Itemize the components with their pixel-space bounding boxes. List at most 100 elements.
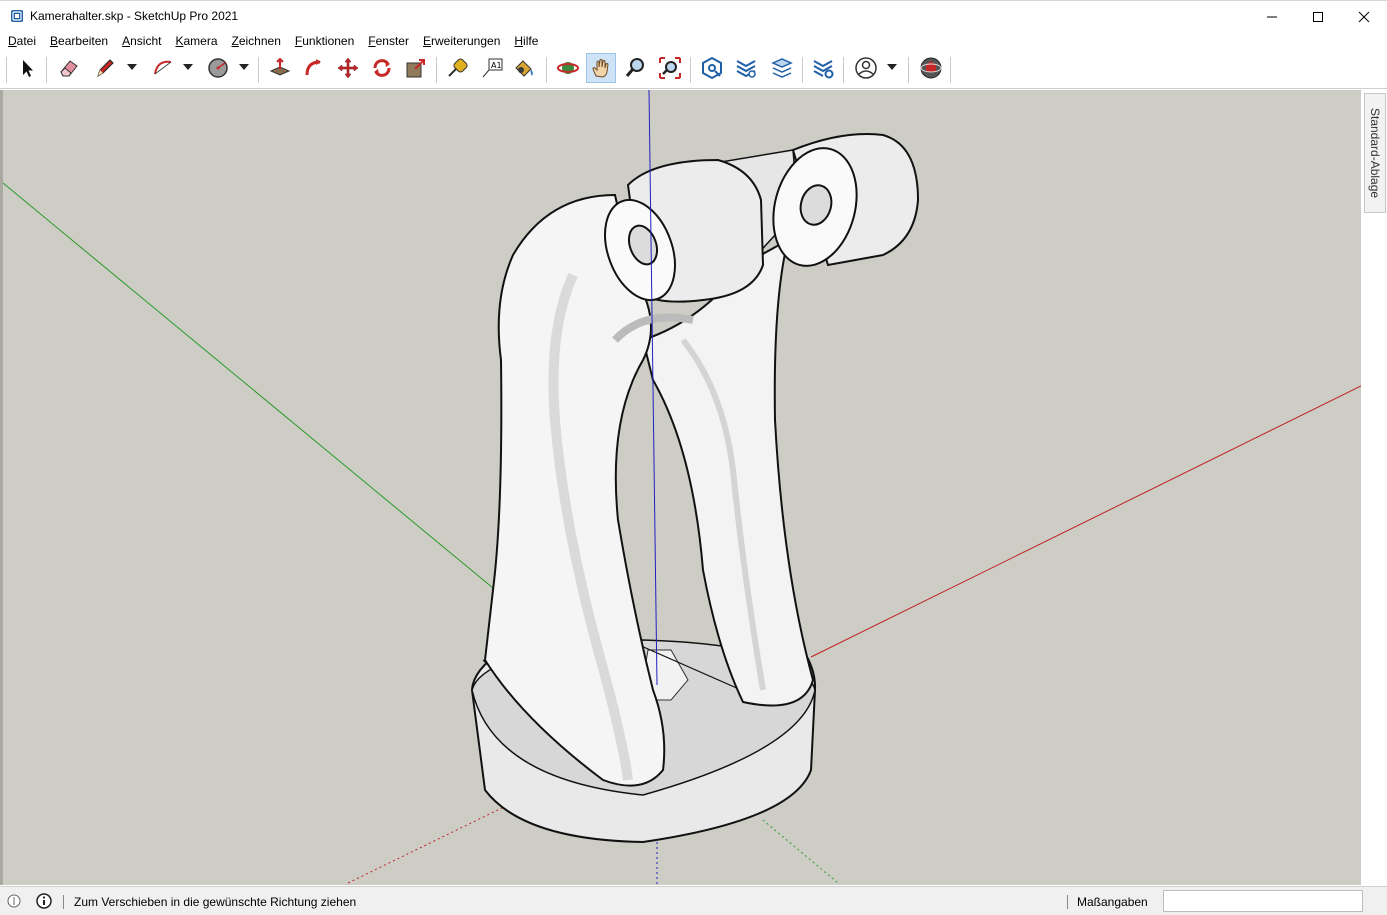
layout-send-button[interactable]: [767, 53, 797, 83]
orbit-icon: [557, 62, 579, 74]
close-button[interactable]: [1341, 1, 1387, 32]
account-dropdown[interactable]: [887, 64, 897, 70]
account-button[interactable]: [851, 53, 881, 83]
warehouse-icon: [702, 56, 722, 80]
zoom-extents-icon: [659, 57, 681, 79]
move-icon: [337, 57, 359, 79]
arc-icon: [154, 60, 172, 75]
eraser-tool-button[interactable]: [54, 53, 84, 83]
scale-tool-button[interactable]: [401, 53, 431, 83]
minimize-button[interactable]: [1249, 1, 1295, 32]
toolbar-separator: [843, 57, 844, 83]
toolbar-separator: [258, 57, 259, 83]
zoom-tool-button[interactable]: [620, 53, 650, 83]
extension-warehouse-icon: [736, 60, 756, 78]
select-tool-button[interactable]: [12, 53, 42, 83]
toolbar-separator: [436, 57, 437, 83]
menu-funktionen[interactable]: Funktionen: [295, 34, 354, 48]
right-arm: [641, 238, 815, 707]
measurements-input[interactable]: [1163, 890, 1363, 912]
tray-tab-standard[interactable]: Standard-Ablage: [1364, 93, 1386, 213]
rotate-tool-button[interactable]: [367, 53, 397, 83]
rotate-icon: [373, 59, 391, 77]
tray-tab-label: Standard-Ablage: [1368, 107, 1382, 199]
paint-bucket-icon: [515, 60, 533, 77]
follow-me-tool-button[interactable]: [299, 53, 329, 83]
eraser-icon: [60, 60, 78, 77]
geo-status-icon[interactable]: [6, 893, 22, 909]
menu-erweiterungen[interactable]: Erweiterungen: [423, 34, 500, 48]
zoom-extents-tool-button[interactable]: [655, 53, 685, 83]
measurements-label: Maßangaben: [1077, 895, 1148, 909]
status-bar: Zum Verschieben in die gewünschte Richtu…: [0, 886, 1387, 915]
toolbar-end: [950, 57, 951, 83]
tape-measure-icon: [448, 58, 468, 77]
layers-icon: [771, 58, 793, 78]
pan-icon: [592, 59, 609, 78]
extension-warehouse-button[interactable]: [731, 53, 761, 83]
circle-dropdown[interactable]: [239, 64, 249, 70]
pencil-icon: [97, 59, 114, 78]
zoom-icon: [625, 58, 644, 77]
extension-manager-button[interactable]: [808, 53, 838, 83]
text-icon: A1: [482, 58, 503, 78]
extension-manager-icon: [813, 60, 834, 79]
text-tool-button[interactable]: A1: [477, 53, 507, 83]
circle-icon: [208, 58, 228, 78]
window-title: Kamerahalter.skp - SketchUp Pro 2021: [30, 9, 239, 23]
toolbar-separator: [690, 57, 691, 83]
green-axis: [3, 182, 494, 589]
title-bar: Kamerahalter.skp - SketchUp Pro 2021: [0, 0, 1387, 31]
circle-tool-button[interactable]: [203, 53, 233, 83]
menu-ansicht[interactable]: Ansicht: [122, 34, 161, 48]
status-separator: [63, 895, 64, 909]
arc-dropdown[interactable]: [183, 64, 193, 70]
viewport-canvas[interactable]: [3, 90, 1361, 885]
menu-kamera[interactable]: Kamera: [175, 34, 217, 48]
scale-icon: [406, 59, 425, 78]
red-axis-negative: [347, 804, 509, 884]
3d-warehouse-button[interactable]: [697, 53, 727, 83]
geo-location-button[interactable]: [916, 53, 946, 83]
svg-text:A1: A1: [491, 61, 502, 70]
toolbar-separator: [908, 57, 909, 83]
toolbar-separator: [802, 57, 803, 83]
model-viewport[interactable]: [0, 90, 1361, 885]
maximize-icon: [1313, 11, 1323, 22]
main-toolbar: A1: [0, 51, 1387, 89]
status-separator: [1067, 895, 1068, 909]
camera-holder-model[interactable]: [470, 133, 920, 844]
tape-measure-tool-button[interactable]: [443, 53, 473, 83]
info-icon[interactable]: [36, 893, 52, 909]
arc-tool-button[interactable]: [148, 53, 178, 83]
menu-zeichnen[interactable]: Zeichnen: [232, 34, 281, 48]
follow-me-icon: [305, 59, 321, 76]
toolbar-separator: [546, 57, 547, 83]
menu-bar: Datei Bearbeiten Ansicht Kamera Zeichnen…: [0, 31, 1387, 50]
maximize-button[interactable]: [1295, 1, 1341, 32]
green-axis-negative: [762, 819, 839, 884]
menu-datei[interactable]: Datei: [8, 34, 36, 48]
menu-bearbeiten[interactable]: Bearbeiten: [50, 34, 108, 48]
red-axis: [810, 385, 1361, 658]
pencil-tool-button[interactable]: [90, 53, 120, 83]
push-pull-icon: [269, 57, 291, 76]
menu-fenster[interactable]: Fenster: [368, 34, 409, 48]
select-icon: [23, 60, 33, 77]
toolbar-separator: [46, 57, 47, 83]
pencil-dropdown[interactable]: [127, 64, 137, 70]
minimize-icon: [1267, 16, 1277, 17]
toolbar-grip[interactable]: [6, 57, 7, 83]
status-hint: Zum Verschieben in die gewünschte Richtu…: [74, 895, 357, 909]
close-icon: [1358, 11, 1370, 22]
orbit-tool-button[interactable]: [553, 53, 583, 83]
move-tool-button[interactable]: [333, 53, 363, 83]
globe-icon: [920, 57, 942, 79]
window-controls: [1249, 1, 1387, 32]
push-pull-tool-button[interactable]: [265, 53, 295, 83]
account-icon: [855, 57, 877, 79]
sketchup-app-icon: [11, 10, 23, 22]
pan-tool-button[interactable]: [586, 53, 616, 83]
paint-bucket-tool-button[interactable]: [509, 53, 539, 83]
menu-hilfe[interactable]: Hilfe: [514, 34, 538, 48]
